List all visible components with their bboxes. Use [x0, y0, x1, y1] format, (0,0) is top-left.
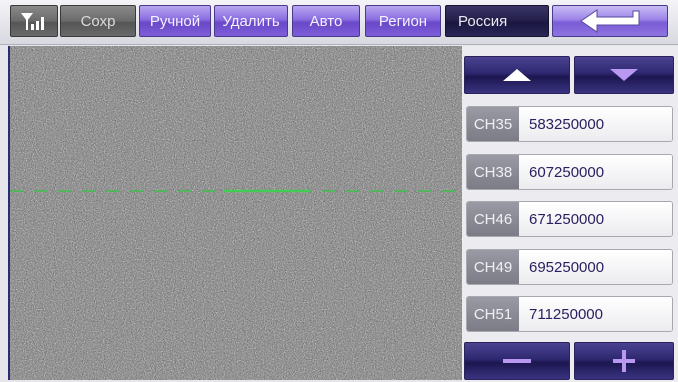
channel-label: CH35	[467, 107, 519, 141]
scroll-down-button[interactable]	[574, 56, 674, 94]
channel-frequency: 711250000	[519, 297, 672, 331]
channel-row[interactable]: CH46 671250000	[466, 201, 673, 237]
manual-label: Ручной	[149, 12, 201, 30]
triangle-up-icon	[503, 69, 531, 81]
tv-tuner-screen: Сохр Ручной Удалить Авто Регион Россия C…	[0, 0, 678, 382]
scroll-up-button[interactable]	[464, 56, 570, 94]
auto-label: Авто	[309, 12, 343, 30]
save-label: Сохр	[80, 12, 116, 30]
region-button[interactable]: Регион	[365, 5, 441, 37]
delete-label: Удалить	[222, 12, 280, 30]
tv-video-area	[8, 46, 462, 380]
back-button[interactable]	[552, 5, 668, 37]
chevron-down-icon	[610, 69, 638, 81]
channel-label: CH49	[467, 250, 519, 284]
plus-icon	[613, 350, 635, 372]
save-button[interactable]: Сохр	[60, 5, 136, 37]
signal-bars-icon	[21, 13, 44, 30]
delete-button[interactable]: Удалить	[214, 5, 288, 37]
static-noise	[10, 46, 462, 380]
channel-panel: CH35 583250000 CH38 607250000 CH46 67125…	[462, 46, 678, 382]
plus-button[interactable]	[574, 342, 674, 380]
signal-button[interactable]	[10, 5, 58, 37]
channel-frequency: 695250000	[519, 250, 672, 284]
channel-label: CH46	[467, 202, 519, 236]
auto-button[interactable]: Авто	[292, 5, 360, 37]
channel-label: CH51	[467, 297, 519, 331]
channel-row[interactable]: CH51 711250000	[466, 296, 673, 332]
return-arrow-icon	[580, 9, 640, 33]
minus-button[interactable]	[464, 342, 570, 380]
channel-row[interactable]: CH35 583250000	[466, 106, 673, 142]
channel-frequency: 671250000	[519, 202, 672, 236]
manual-button[interactable]: Ручной	[139, 5, 211, 37]
channel-label: CH38	[467, 155, 519, 189]
region-selector[interactable]: Россия	[445, 5, 549, 37]
region-label: Регион	[378, 12, 428, 30]
channel-frequency: 607250000	[519, 155, 672, 189]
channel-row[interactable]: CH49 695250000	[466, 249, 673, 285]
region-value: Россия	[458, 12, 508, 30]
top-toolbar: Сохр Ручной Удалить Авто Регион Россия	[0, 0, 678, 45]
minus-icon	[503, 359, 531, 363]
channel-frequency: 583250000	[519, 107, 672, 141]
channel-row[interactable]: CH38 607250000	[466, 154, 673, 190]
